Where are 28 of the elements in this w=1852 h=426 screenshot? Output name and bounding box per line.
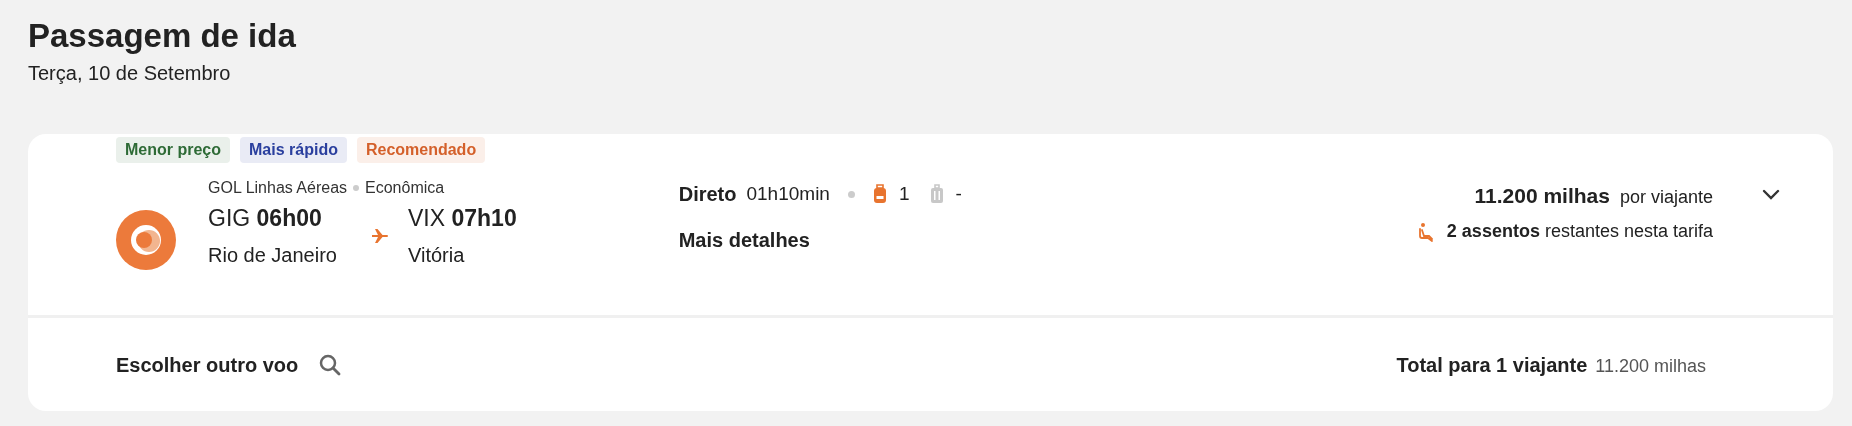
seats-remaining: 2 assentos restantes nesta tarifa xyxy=(1446,220,1713,243)
airline-logo xyxy=(116,210,176,270)
page-title: Passagem de ida xyxy=(28,16,297,56)
city-name: Rio de Janeiro xyxy=(208,243,338,268)
city-name: Vitória xyxy=(408,243,466,268)
airline-name: GOL Linhas Aéreas xyxy=(208,178,348,198)
total-value: 11.200 milhas xyxy=(1595,354,1706,378)
chevron-icon xyxy=(1762,189,1780,201)
stops-label: Direto xyxy=(678,182,737,207)
total-label: Total para 1 viajante xyxy=(1396,352,1588,378)
tag: Mais rápido xyxy=(240,137,347,163)
price: 11.200 milhas xyxy=(1474,183,1610,209)
change-flight-button[interactable]: Escolher outro voo xyxy=(116,349,343,380)
baggage-count: - xyxy=(955,181,962,206)
arrival-time: 07h10 xyxy=(451,205,517,231)
plane-icon xyxy=(371,228,389,244)
flight-duration: 01h10min xyxy=(746,181,830,206)
tag: Menor preço xyxy=(116,137,230,163)
baggage-count: 1 xyxy=(898,181,910,206)
departure-time: 06h00 xyxy=(256,205,322,231)
price-unit: por viajante xyxy=(1619,186,1713,209)
cabin-class: Econômica xyxy=(365,178,445,198)
search-icon xyxy=(318,352,343,377)
tag: Recomendado xyxy=(356,137,486,163)
flight-date: Terça, 10 de Setembro xyxy=(28,61,232,86)
airport-code: VIX xyxy=(408,205,446,231)
airport-code: GIG xyxy=(208,205,251,231)
details-link[interactable]: Mais detalhes xyxy=(678,225,972,255)
